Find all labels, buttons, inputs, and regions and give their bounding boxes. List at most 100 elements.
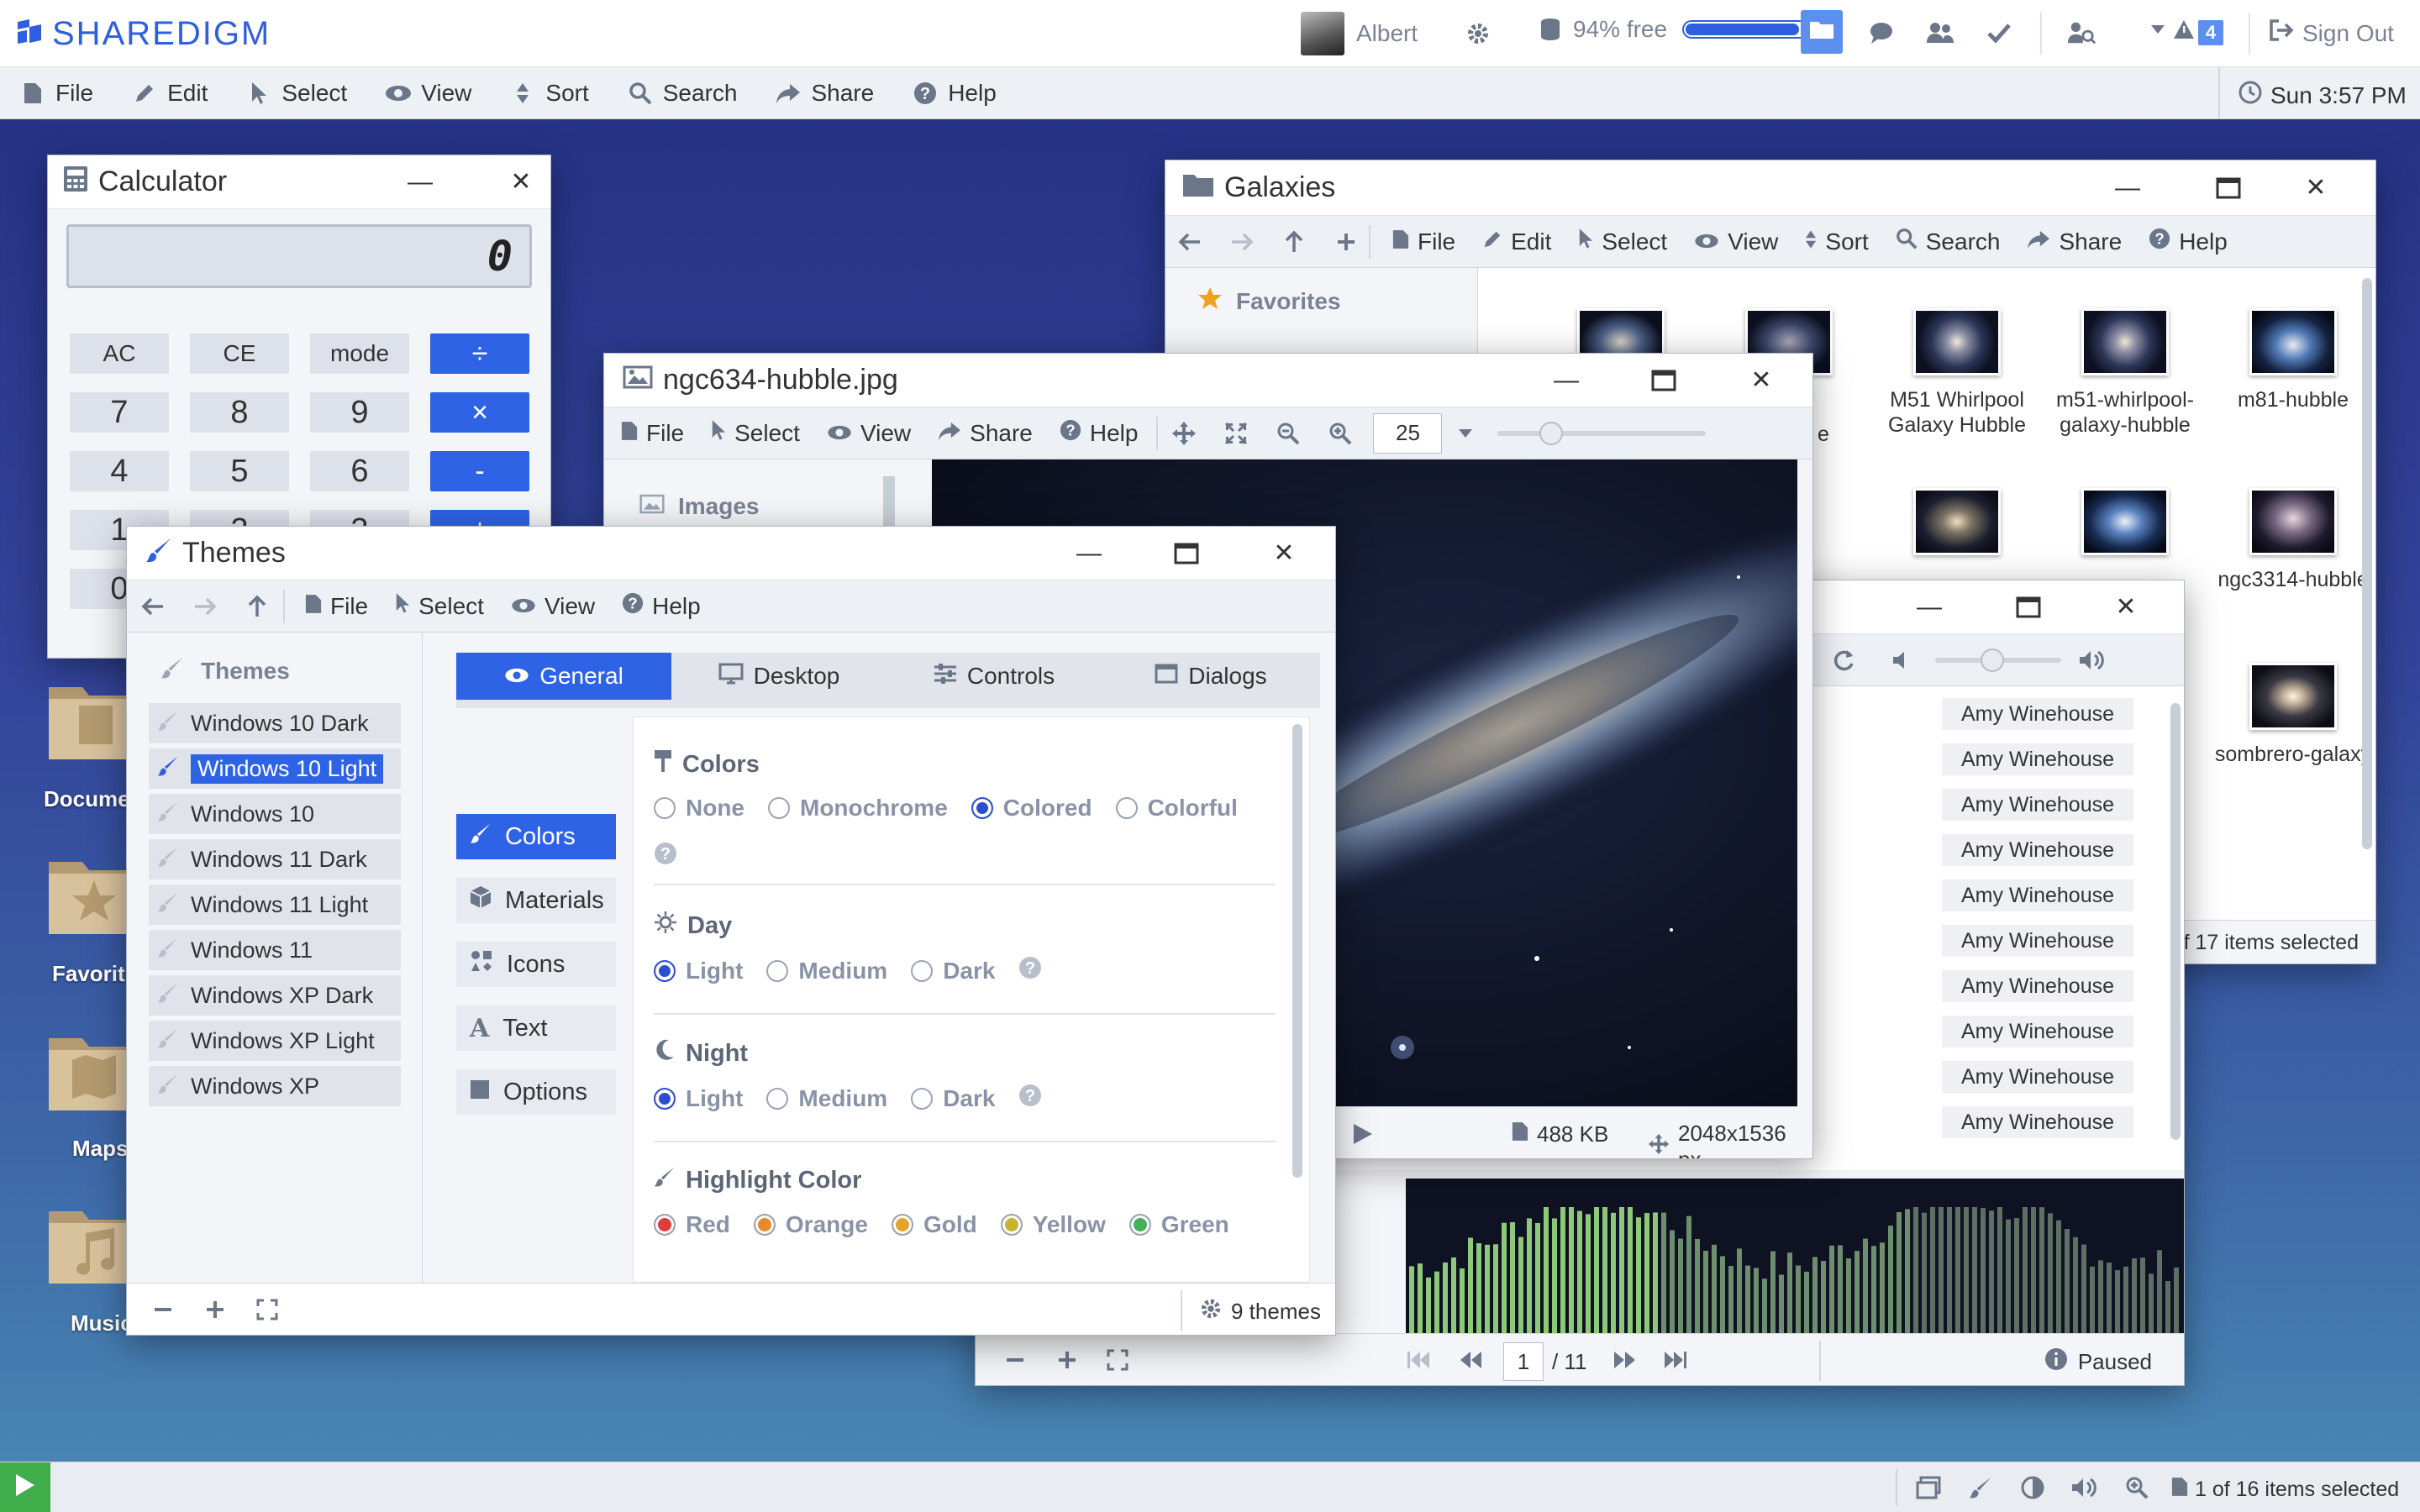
toolbar-search[interactable]: Search bbox=[1882, 216, 2014, 267]
radio-option[interactable]: Light bbox=[654, 958, 743, 984]
favorites-header[interactable]: Favorites bbox=[1197, 286, 1341, 316]
artist-cell[interactable]: Amy Winehouse bbox=[1942, 1016, 2133, 1047]
radio-button[interactable] bbox=[891, 1214, 913, 1236]
forward-arrow-icon[interactable] bbox=[191, 592, 219, 621]
fast-forward-icon[interactable] bbox=[1611, 1346, 1639, 1374]
vtab-colors[interactable]: Colors bbox=[456, 814, 616, 859]
calc-key-4[interactable]: 4 bbox=[70, 451, 169, 491]
artist-cell[interactable]: Amy Winehouse bbox=[1942, 970, 2133, 1002]
calc-key-multiply[interactable]: × bbox=[430, 392, 529, 433]
radio-option[interactable]: Gold bbox=[891, 1211, 977, 1238]
check-icon[interactable] bbox=[1985, 18, 2013, 47]
user-search-icon[interactable] bbox=[2067, 18, 2096, 47]
radio-button[interactable] bbox=[971, 797, 993, 819]
radio-option[interactable]: Light bbox=[654, 1085, 743, 1112]
rewind-icon[interactable] bbox=[1456, 1346, 1485, 1374]
chevron-down-icon[interactable] bbox=[1459, 428, 1473, 438]
calc-key-ce[interactable]: CE bbox=[190, 333, 289, 374]
radio-option[interactable]: Orange bbox=[753, 1211, 868, 1238]
radio-option[interactable]: None bbox=[654, 795, 744, 822]
close-button[interactable]: ✕ bbox=[2286, 160, 2345, 215]
vtab-options[interactable]: Options bbox=[456, 1069, 616, 1115]
zoom-in-icon[interactable] bbox=[1326, 419, 1355, 448]
gear-icon[interactable] bbox=[1464, 19, 1492, 48]
chevron-down-icon[interactable] bbox=[2151, 25, 2165, 34]
refresh-icon[interactable] bbox=[1829, 646, 1858, 675]
scrollbar[interactable] bbox=[1292, 724, 1302, 1178]
menu-view[interactable]: View bbox=[366, 67, 490, 119]
galaxy-thumbnail[interactable] bbox=[2249, 663, 2337, 730]
up-arrow-icon[interactable] bbox=[243, 592, 271, 621]
splitter[interactable] bbox=[423, 633, 433, 1283]
radio-button[interactable] bbox=[1128, 1214, 1151, 1236]
minimize-button[interactable]: — bbox=[1060, 527, 1118, 580]
maximize-button[interactable] bbox=[1999, 580, 2058, 633]
calc-key-6[interactable]: 6 bbox=[310, 451, 409, 491]
toolbar-share[interactable]: Share bbox=[924, 407, 1046, 459]
fullscreen-icon[interactable] bbox=[253, 1295, 281, 1324]
user-menu[interactable]: Albert bbox=[1301, 12, 1418, 55]
zoom-in-icon[interactable] bbox=[2123, 1473, 2151, 1502]
galaxy-thumbnail[interactable] bbox=[1913, 488, 2001, 555]
radio-option[interactable]: Red bbox=[654, 1211, 730, 1238]
menu-sort[interactable]: Sort bbox=[490, 67, 607, 119]
plus-icon[interactable] bbox=[201, 1295, 229, 1324]
galaxy-thumbnail[interactable] bbox=[2249, 488, 2337, 555]
minimize-button[interactable]: — bbox=[1537, 354, 1596, 407]
radio-button[interactable] bbox=[911, 1087, 934, 1110]
close-button[interactable]: ✕ bbox=[1732, 354, 1791, 407]
help-icon[interactable]: ? bbox=[1018, 956, 1042, 985]
calc-key-subtract[interactable]: - bbox=[430, 451, 529, 491]
plus-icon[interactable] bbox=[1053, 1346, 1081, 1374]
radio-option[interactable]: Monochrome bbox=[768, 795, 948, 822]
volume-high-icon[interactable] bbox=[2078, 646, 2107, 675]
volume-low-icon[interactable] bbox=[1888, 646, 1917, 675]
sign-out-button[interactable]: Sign Out bbox=[2269, 18, 2394, 48]
radio-option[interactable]: Green bbox=[1128, 1211, 1229, 1238]
toolbar-help[interactable]: ? Help bbox=[608, 580, 714, 632]
zoom-slider[interactable] bbox=[1497, 421, 1707, 445]
menu-edit[interactable]: Edit bbox=[112, 67, 226, 119]
fit-icon[interactable] bbox=[1222, 419, 1250, 448]
calc-key-8[interactable]: 8 bbox=[190, 392, 289, 433]
menu-file[interactable]: File bbox=[0, 67, 112, 119]
toolbar-view[interactable]: View bbox=[497, 580, 608, 632]
radio-button[interactable] bbox=[654, 1214, 676, 1236]
radio-option[interactable]: Dark bbox=[911, 958, 995, 984]
vtab-icons[interactable]: Icons bbox=[456, 942, 616, 987]
storage-indicator[interactable]: 94% free bbox=[1536, 15, 1811, 44]
minus-icon[interactable] bbox=[1001, 1346, 1029, 1374]
move-icon[interactable] bbox=[1170, 419, 1198, 448]
radio-option[interactable]: Yellow bbox=[1000, 1211, 1106, 1238]
last-page-icon[interactable] bbox=[1661, 1346, 1690, 1374]
artist-cell[interactable]: Amy Winehouse bbox=[1942, 1061, 2133, 1093]
start-button[interactable] bbox=[0, 1462, 50, 1512]
tab-controls[interactable]: Controls bbox=[886, 653, 1102, 700]
artist-cell[interactable]: Amy Winehouse bbox=[1942, 698, 2133, 730]
galaxies-titlebar[interactable]: Galaxies — ✕ bbox=[1165, 160, 2375, 216]
tab-general[interactable]: General bbox=[456, 653, 671, 700]
radio-button[interactable] bbox=[654, 797, 676, 819]
toolbar-share[interactable]: Share bbox=[2013, 216, 2135, 267]
first-page-icon[interactable] bbox=[1404, 1346, 1433, 1374]
back-arrow-icon[interactable] bbox=[139, 592, 167, 621]
minimize-button[interactable]: — bbox=[391, 155, 450, 208]
volume-icon[interactable] bbox=[2070, 1473, 2099, 1502]
artist-cell[interactable]: Amy Winehouse bbox=[1942, 834, 2133, 866]
forward-arrow-icon[interactable] bbox=[1228, 228, 1256, 256]
radio-button[interactable] bbox=[753, 1214, 776, 1236]
theme-item[interactable]: Windows 10 Light bbox=[149, 748, 401, 789]
artist-cell[interactable]: Amy Winehouse bbox=[1942, 925, 2133, 957]
theme-item[interactable]: Windows 10 Dark bbox=[149, 703, 401, 743]
artist-cell[interactable]: Amy Winehouse bbox=[1942, 743, 2133, 775]
radio-button[interactable] bbox=[654, 1087, 676, 1110]
radio-option[interactable]: Colorful bbox=[1115, 795, 1238, 822]
toolbar-file[interactable]: File bbox=[1379, 216, 1469, 267]
viewer-titlebar[interactable]: ngc634-hubble.jpg — ✕ bbox=[604, 354, 1812, 407]
up-arrow-icon[interactable] bbox=[1280, 228, 1308, 256]
help-icon[interactable]: ? bbox=[1018, 1084, 1042, 1113]
menu-help[interactable]: ? Help bbox=[892, 67, 1015, 119]
brush-icon[interactable] bbox=[1966, 1473, 1995, 1502]
toolbar-help[interactable]: ? Help bbox=[2135, 216, 2241, 267]
themes-header[interactable]: Themes bbox=[160, 656, 290, 685]
